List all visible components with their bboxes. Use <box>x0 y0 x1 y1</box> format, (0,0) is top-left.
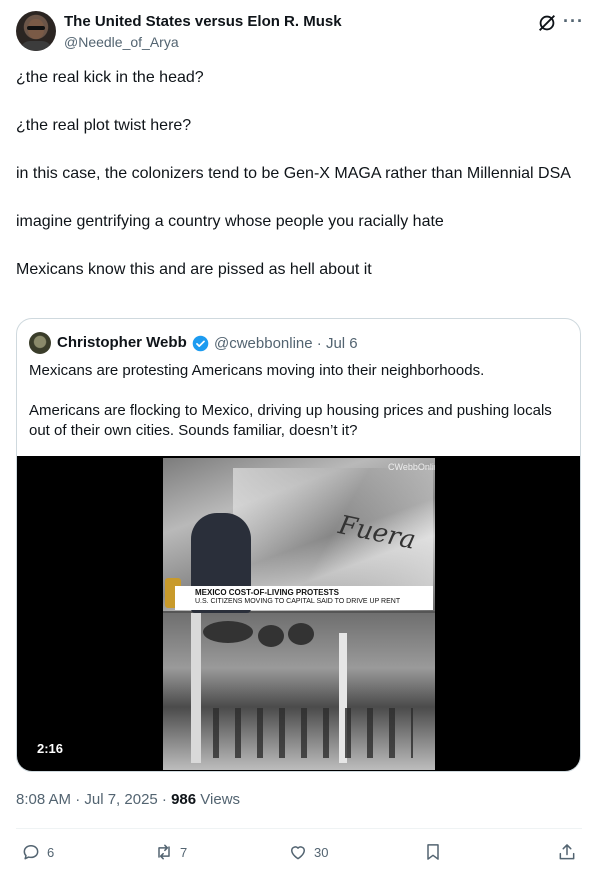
reply-button[interactable]: 6 <box>21 841 54 863</box>
video-duration: 2:16 <box>31 739 70 758</box>
share-button[interactable] <box>557 841 577 863</box>
video-top-scene: Fuera CWebbOnline MEXICO COST-OF-LIVING … <box>163 458 435 613</box>
repost-count: 7 <box>180 844 188 860</box>
like-button[interactable]: 30 <box>288 841 328 863</box>
news-subheadline: U.S. CITIZENS MOVING TO CAPITAL SAID TO … <box>195 598 401 605</box>
news-headline: MEXICO COST-OF-LIVING PROTESTS <box>195 588 340 597</box>
divider <box>16 828 582 829</box>
avatar-shirt <box>20 41 52 51</box>
author-handle[interactable]: @Needle_of_Arya <box>64 34 179 50</box>
repost-button[interactable]: 7 <box>154 841 187 863</box>
views-count: 986 <box>171 791 197 808</box>
tweet-paragraph: imagine gentrifying a country whose peop… <box>16 213 444 230</box>
quote-paragraph: Mexicans are protesting Americans moving… <box>29 362 485 379</box>
reply-count: 6 <box>47 844 55 860</box>
tweet-paragraph: in this case, the colonizers tend to be … <box>16 165 571 182</box>
video-watermark: CWebbOnline <box>388 462 435 472</box>
video-frame: Fuera CWebbOnline MEXICO COST-OF-LIVING … <box>163 458 435 770</box>
cafe-umbrella <box>203 621 253 643</box>
grok-icon[interactable] <box>536 12 558 34</box>
cafe-tables <box>213 708 413 758</box>
cafe-umbrella <box>258 625 284 647</box>
quote-display-name[interactable]: Christopher Webb <box>57 334 187 351</box>
reply-icon <box>23 845 39 860</box>
quote-handle-date[interactable]: @cwebbonline · Jul 6 <box>214 335 358 352</box>
video-bottom-scene <box>163 613 435 770</box>
bookmark-button[interactable] <box>423 841 443 863</box>
tweet-text: ¿the real kick in the head? ¿the real pl… <box>16 66 576 306</box>
heart-icon <box>291 846 305 860</box>
video-player[interactable]: Fuera CWebbOnline MEXICO COST-OF-LIVING … <box>17 456 580 771</box>
quote-avatar[interactable] <box>29 332 51 354</box>
repost-icon <box>158 844 170 860</box>
street-column <box>191 613 201 763</box>
bookmark-icon <box>427 844 439 860</box>
more-icon[interactable]: ··· <box>563 11 584 32</box>
tweet-meta: 8:08 AM · Jul 7, 2025 · 986 Views <box>16 791 240 808</box>
views-label: Views <box>196 791 241 808</box>
tweet-paragraph: ¿the real kick in the head? <box>16 69 204 86</box>
share-icon <box>559 844 575 860</box>
tweet-paragraph: Mexicans know this and are pissed as hel… <box>16 261 372 278</box>
verified-badge-icon <box>192 335 209 352</box>
news-lower-third: MEXICO COST-OF-LIVING PROTESTS U.S. CITI… <box>175 586 433 610</box>
quoted-tweet[interactable]: Christopher Webb @cwebbonline · Jul 6 Me… <box>16 318 581 772</box>
avatar-glasses <box>27 26 45 30</box>
cafe-umbrella <box>288 623 314 645</box>
author-display-name[interactable]: The United States versus Elon R. Musk <box>64 13 342 30</box>
quote-text: Mexicans are protesting Americans moving… <box>29 361 569 461</box>
quote-paragraph: Americans are flocking to Mexico, drivin… <box>29 402 552 439</box>
author-avatar[interactable] <box>16 11 56 51</box>
tweet-timestamp[interactable]: 8:08 AM · Jul 7, 2025 · <box>16 791 171 808</box>
tweet-paragraph: ¿the real plot twist here? <box>16 117 192 134</box>
like-count: 30 <box>314 844 329 860</box>
